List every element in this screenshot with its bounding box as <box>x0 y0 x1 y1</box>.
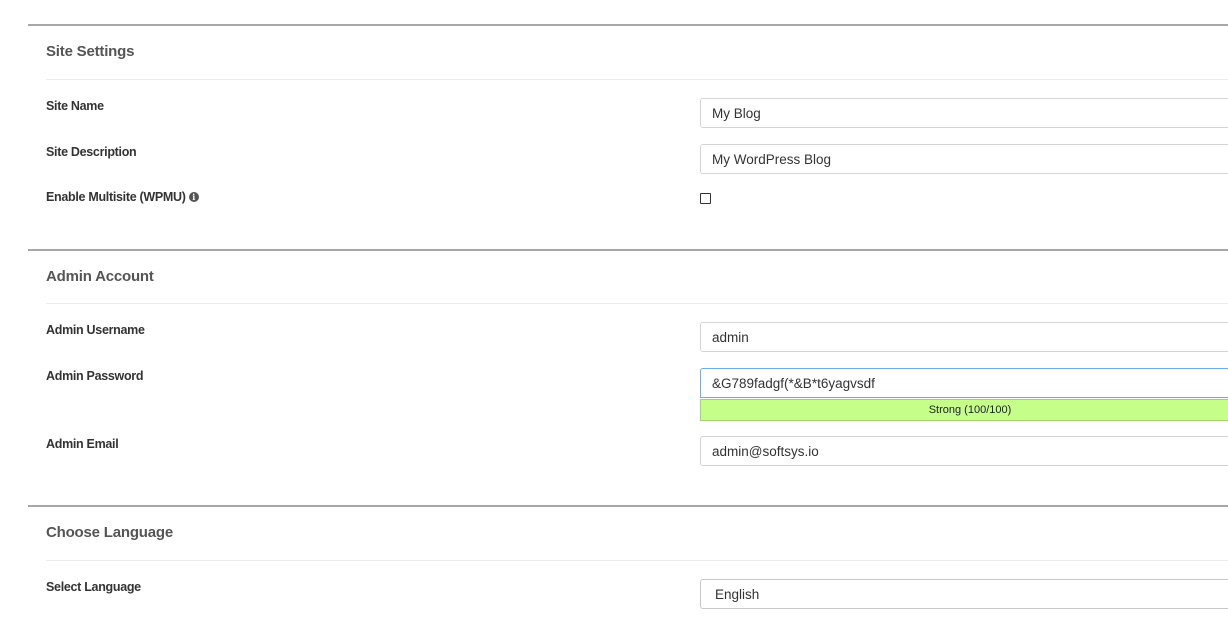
section-divider <box>46 560 1228 561</box>
language-select-value: English <box>715 586 760 602</box>
multisite-label-text: Enable Multisite (WPMU) <box>46 190 186 204</box>
section-divider <box>46 79 1228 80</box>
admin-username-input[interactable] <box>700 322 1228 352</box>
admin-password-input[interactable] <box>700 368 1228 398</box>
site-description-label: Site Description <box>46 145 137 159</box>
admin-password-label: Admin Password <box>46 369 144 383</box>
admin-email-input[interactable] <box>700 436 1228 466</box>
multisite-checkbox[interactable] <box>700 193 711 204</box>
site-description-input[interactable] <box>700 144 1228 174</box>
select-language-label: Select Language <box>46 580 141 594</box>
info-icon[interactable]: i <box>188 192 199 202</box>
section-divider <box>46 303 1228 304</box>
install-settings-form: Site Settings Site Name Site Description… <box>0 0 1228 632</box>
password-strength-text: Strong (100/100) <box>928 404 1012 416</box>
multisite-label: Enable Multisite (WPMU) i <box>46 190 199 204</box>
password-strength-meter: Strong (100/100) <box>700 399 1228 421</box>
site-name-label: Site Name <box>46 99 104 113</box>
language-select[interactable]: English <box>700 579 1228 609</box>
admin-username-label: Admin Username <box>46 323 145 337</box>
section-top-border <box>28 249 1228 251</box>
site-name-input[interactable] <box>700 98 1228 128</box>
admin-account-heading: Admin Account <box>46 268 154 285</box>
admin-email-label: Admin Email <box>46 437 119 451</box>
section-top-border <box>28 505 1228 507</box>
choose-language-heading: Choose Language <box>46 524 174 541</box>
site-settings-heading: Site Settings <box>46 43 135 60</box>
section-top-border <box>28 24 1228 26</box>
